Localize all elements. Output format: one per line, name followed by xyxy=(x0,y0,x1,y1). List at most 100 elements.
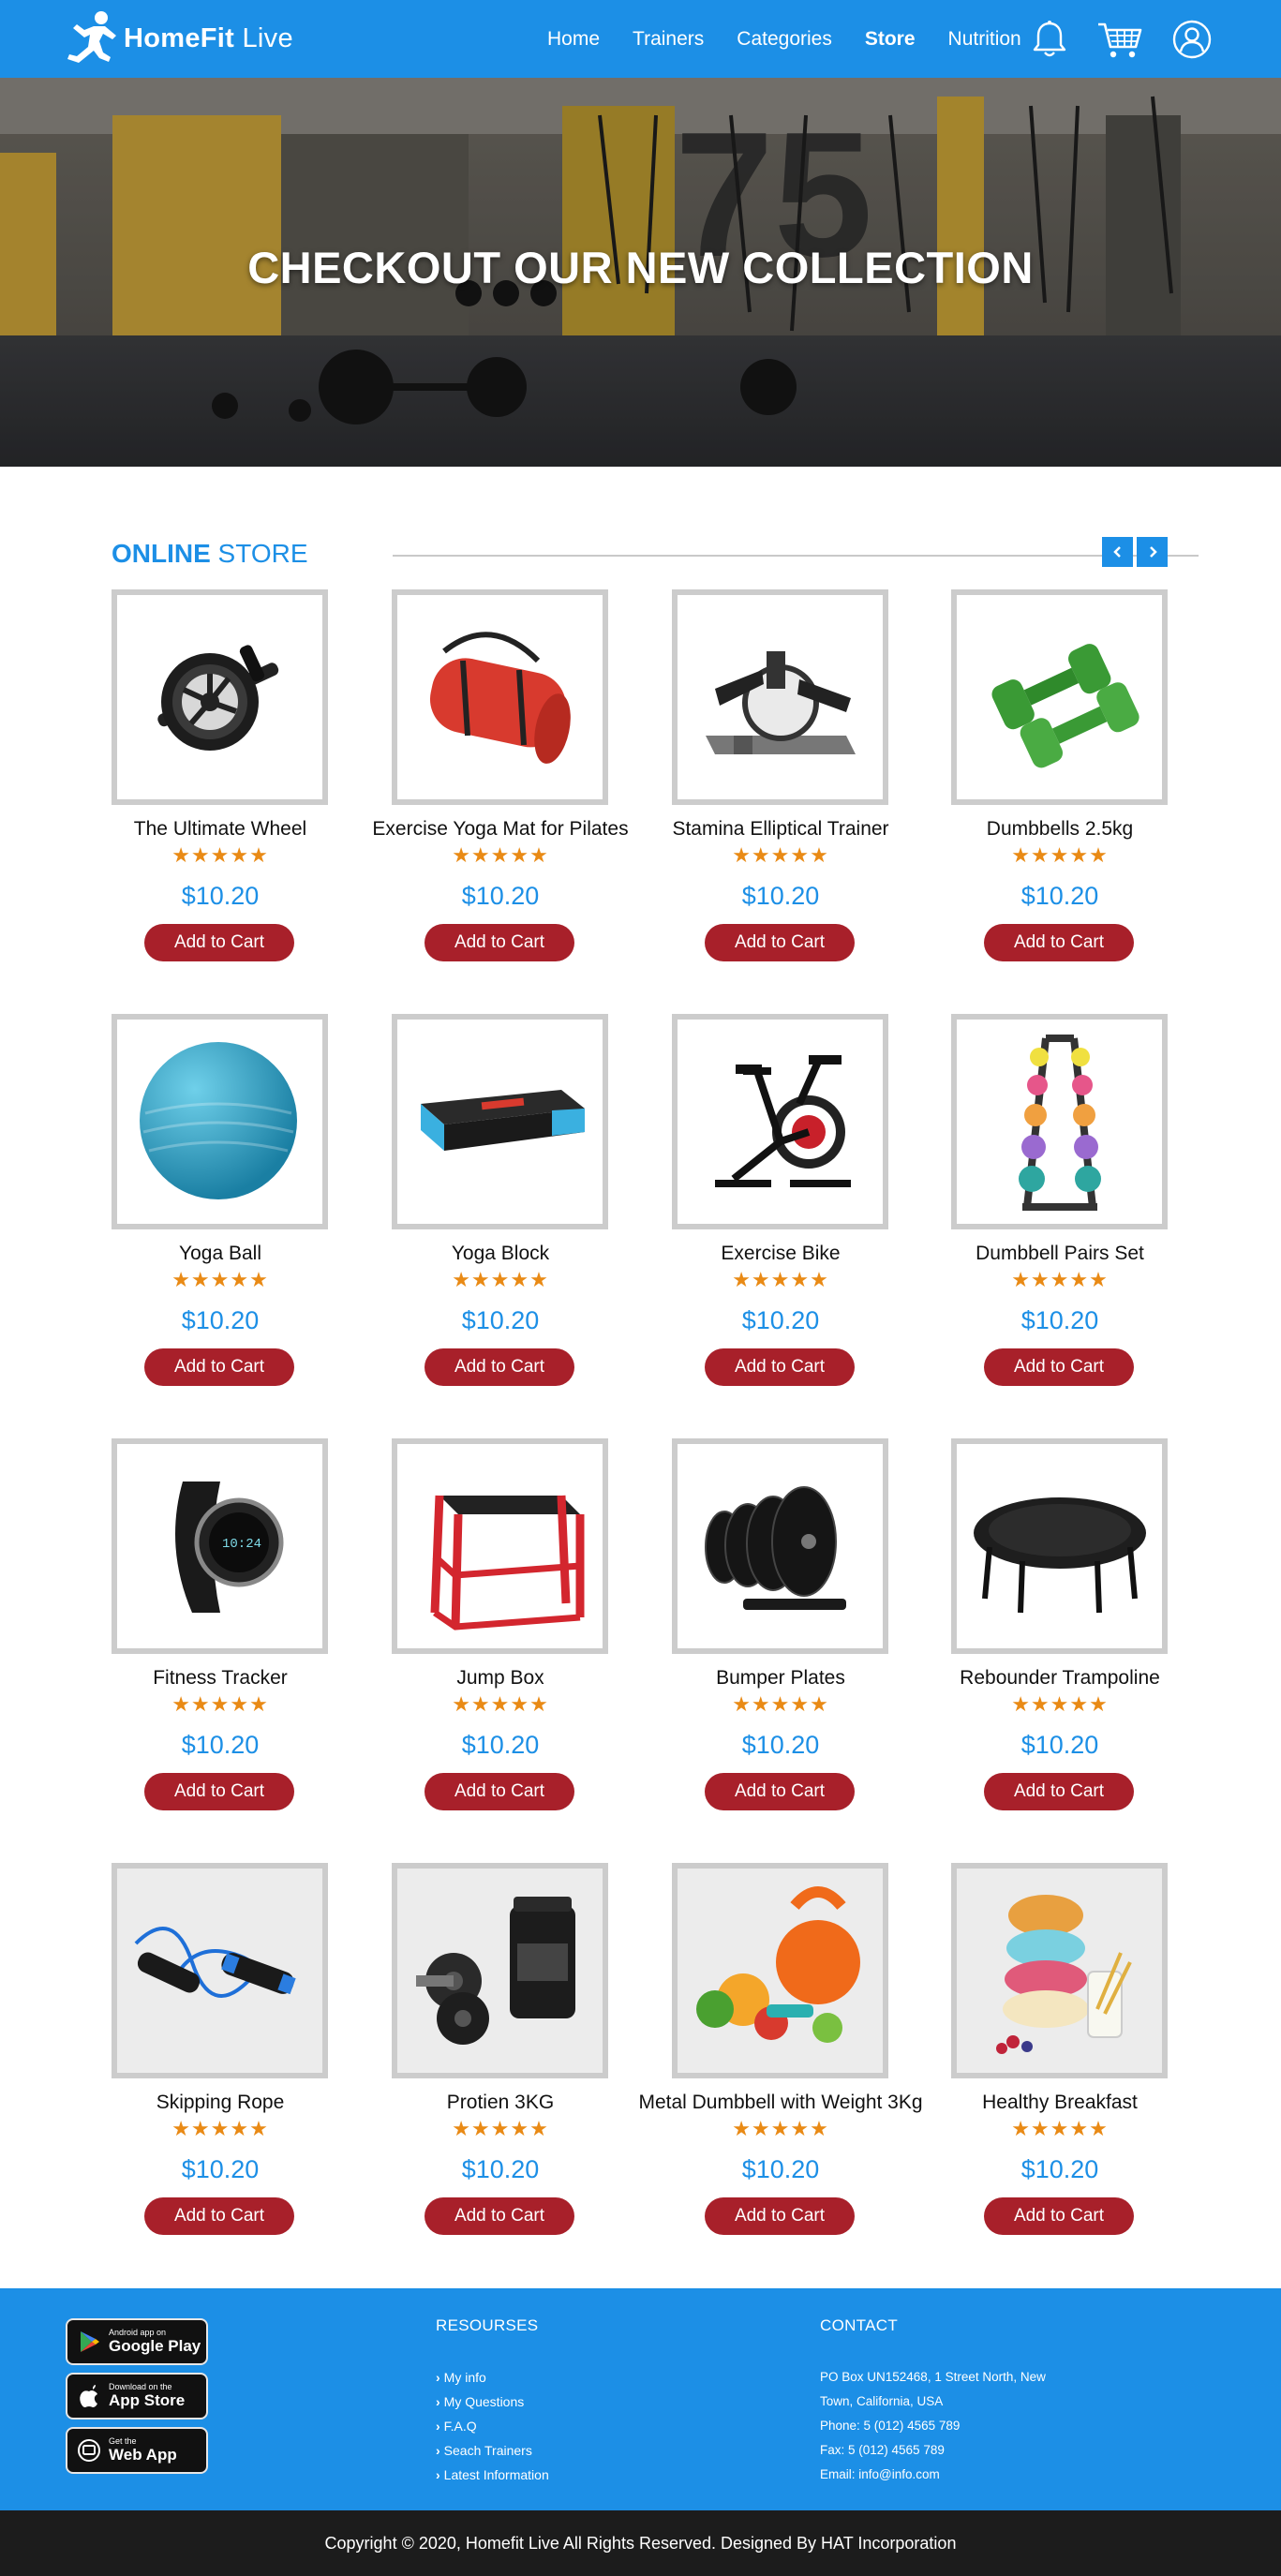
product-name[interactable]: Yoga Ball xyxy=(74,1243,366,1265)
add-to-cart-button[interactable]: Add to Cart xyxy=(984,1773,1134,1810)
product-name[interactable]: Exercise Yoga Mat for Pilates xyxy=(354,818,647,841)
product-card: Stamina Elliptical Trainer ★★★★★ $10.20 … xyxy=(672,589,889,983)
product-card: 10:24 Fitness Tracker ★★★★★ $10.20 Add t… xyxy=(112,1438,329,1832)
product-image-step-block[interactable] xyxy=(392,1014,608,1229)
add-to-cart-button[interactable]: Add to Cart xyxy=(425,1348,574,1386)
nav-link-trainers[interactable]: Trainers xyxy=(633,28,704,51)
product-price: $10.20 xyxy=(1020,882,1099,910)
contact-fax: Fax: 5 (012) 4565 789 xyxy=(820,2443,945,2457)
carousel-prev-button[interactable] xyxy=(1102,537,1133,567)
footer-link-my-info[interactable]: › My info xyxy=(436,2365,549,2390)
product-image-breakfast[interactable] xyxy=(951,1863,1168,2078)
product-image-yoga-ball[interactable] xyxy=(112,1014,328,1229)
product-name[interactable]: Healthy Breakfast xyxy=(914,2092,1206,2114)
resources-links: › My info › My Questions › F.A.Q › Seach Tra… xyxy=(436,2365,549,2487)
product-name[interactable]: Rebounder Trampoline xyxy=(914,1667,1206,1690)
product-image-elliptical[interactable] xyxy=(672,589,888,805)
cart-icon[interactable] xyxy=(1096,19,1143,60)
hero-title: CHECKOUT OUR NEW COLLECTION xyxy=(247,243,1034,292)
product-image-trampoline[interactable] xyxy=(951,1438,1168,1654)
rating-stars: ★★★★★ xyxy=(452,1692,549,1716)
product-name[interactable]: Fitness Tracker xyxy=(74,1667,366,1690)
contact-address-line-2: Town, California, USA xyxy=(820,2394,944,2408)
product-image-bike[interactable] xyxy=(672,1014,888,1229)
nav-link-store[interactable]: Store xyxy=(865,28,916,51)
footer-link-faq[interactable]: › F.A.Q xyxy=(436,2414,549,2438)
add-to-cart-button[interactable]: Add to Cart xyxy=(425,2197,574,2235)
product-price: $10.20 xyxy=(461,882,540,910)
web-app-badge[interactable]: Get the Web App xyxy=(66,2427,208,2474)
product-image-plates[interactable] xyxy=(672,1438,888,1654)
google-play-badge[interactable]: Android app on Google Play xyxy=(66,2318,208,2365)
product-card: Jump Box ★★★★★ $10.20 Add to Cart xyxy=(392,1438,609,1832)
chevron-right-icon: › xyxy=(436,2394,440,2409)
product-name[interactable]: Yoga Block xyxy=(354,1243,647,1265)
product-name[interactable]: Metal Dumbbell with Weight 3Kg xyxy=(634,2092,927,2114)
add-to-cart-button[interactable]: Add to Cart xyxy=(705,1773,855,1810)
add-to-cart-button[interactable]: Add to Cart xyxy=(984,1348,1134,1386)
add-to-cart-button[interactable]: Add to Cart xyxy=(144,2197,294,2235)
product-image-protein[interactable] xyxy=(392,1863,608,2078)
product-card: The Ultimate Wheel ★★★★★ $10.20 Add to C… xyxy=(112,589,329,983)
footer-link-search-trainers[interactable]: › Seach Trainers xyxy=(436,2438,549,2463)
app-store-badge[interactable]: Download on the App Store xyxy=(66,2373,208,2420)
product-name[interactable]: Dumbbells 2.5kg xyxy=(914,818,1206,841)
brand-name-light: Live xyxy=(234,22,293,53)
product-image-yoga-mat[interactable] xyxy=(392,589,608,805)
rating-stars: ★★★★★ xyxy=(171,1268,269,1291)
add-to-cart-button[interactable]: Add to Cart xyxy=(425,1773,574,1810)
add-to-cart-button[interactable]: Add to Cart xyxy=(705,2197,855,2235)
store-title-bold: ONLINE xyxy=(112,539,211,568)
product-name[interactable]: Exercise Bike xyxy=(634,1243,927,1265)
add-to-cart-button[interactable]: Add to Cart xyxy=(144,924,294,961)
rating-stars: ★★★★★ xyxy=(732,2117,829,2140)
product-image-jump-box[interactable] xyxy=(392,1438,608,1654)
product-image-kettlebell[interactable] xyxy=(672,1863,888,2078)
bell-icon[interactable] xyxy=(1029,19,1070,60)
nav-link-categories[interactable]: Categories xyxy=(737,28,832,51)
add-to-cart-button[interactable]: Add to Cart xyxy=(984,2197,1134,2235)
product-name[interactable]: Protien 3KG xyxy=(354,2092,647,2114)
add-to-cart-button[interactable]: Add to Cart xyxy=(705,924,855,961)
store-title: ONLINE STORE xyxy=(112,539,308,569)
rating-stars: ★★★★★ xyxy=(452,2117,549,2140)
add-to-cart-button[interactable]: Add to Cart xyxy=(425,924,574,961)
product-price: $10.20 xyxy=(741,1306,820,1334)
product-image-tracker[interactable]: 10:24 xyxy=(112,1438,328,1654)
footer-link-my-questions[interactable]: › My Questions xyxy=(436,2390,549,2414)
product-image-green-dumbbells[interactable] xyxy=(951,589,1168,805)
product-card: Yoga Block ★★★★★ $10.20 Add to Cart xyxy=(392,1014,609,1407)
product-image-dumbbell-rack[interactable] xyxy=(951,1014,1168,1229)
rating-stars: ★★★★★ xyxy=(1011,2117,1109,2140)
rating-stars: ★★★★★ xyxy=(1011,1692,1109,1716)
product-name[interactable]: Dumbbell Pairs Set xyxy=(914,1243,1206,1265)
carousel-next-button[interactable] xyxy=(1137,537,1168,567)
contact-email[interactable]: Email: info@info.com xyxy=(820,2463,1101,2487)
rating-stars: ★★★★★ xyxy=(171,843,269,867)
product-price: $10.20 xyxy=(181,882,260,910)
product-image-ab-wheel[interactable] xyxy=(112,589,328,805)
product-name[interactable]: Stamina Elliptical Trainer xyxy=(634,818,927,841)
google-play-icon xyxy=(81,2331,99,2352)
product-name[interactable]: Bumper Plates xyxy=(634,1667,927,1690)
add-to-cart-button[interactable]: Add to Cart xyxy=(705,1348,855,1386)
product-name[interactable]: The Ultimate Wheel xyxy=(74,818,366,841)
brand-logo[interactable]: HomeFit Live xyxy=(66,7,293,69)
add-to-cart-button[interactable]: Add to Cart xyxy=(144,1348,294,1386)
nav-link-home[interactable]: Home xyxy=(547,28,600,51)
nav-link-nutrition[interactable]: Nutrition xyxy=(948,28,1021,51)
rating-stars: ★★★★★ xyxy=(452,1268,549,1291)
product-card: Protien 3KG ★★★★★ $10.20 Add to Cart xyxy=(392,1863,609,2256)
add-to-cart-button[interactable]: Add to Cart xyxy=(984,924,1134,961)
product-name[interactable]: Skipping Rope xyxy=(74,2092,366,2114)
store-title-light: STORE xyxy=(210,539,308,568)
product-image-rope[interactable] xyxy=(112,1863,328,2078)
add-to-cart-button[interactable]: Add to Cart xyxy=(144,1773,294,1810)
store-section-header: ONLINE STORE xyxy=(112,532,1199,575)
user-account-icon[interactable] xyxy=(1171,19,1213,60)
rating-stars: ★★★★★ xyxy=(732,1692,829,1716)
runner-icon xyxy=(67,11,116,63)
footer-link-latest-information[interactable]: › Latest Information xyxy=(436,2463,549,2487)
product-name[interactable]: Jump Box xyxy=(354,1667,647,1690)
contact-phone: Phone: 5 (012) 4565 789 xyxy=(820,2419,961,2433)
